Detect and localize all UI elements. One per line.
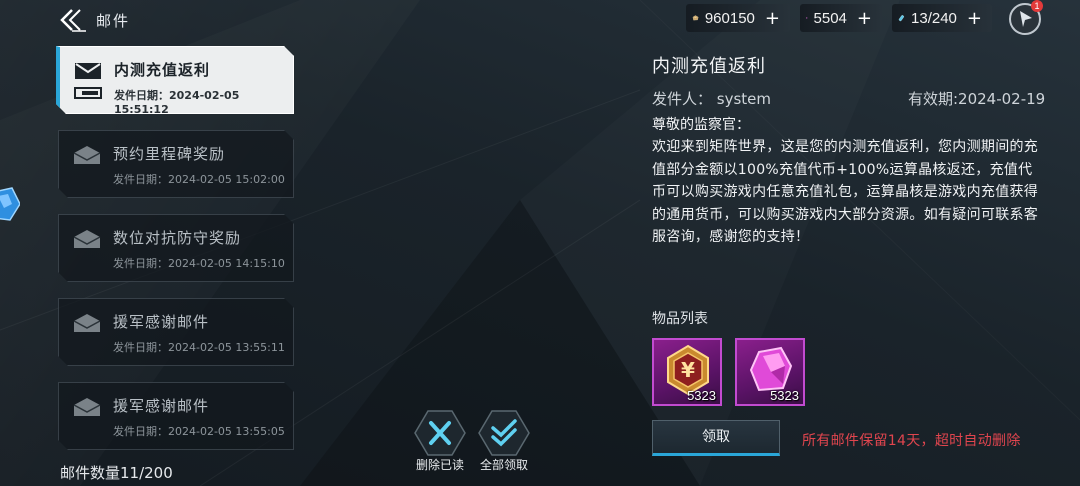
- item-list-label: 物品列表: [652, 311, 708, 327]
- reward-item-slot[interactable]: 5323: [735, 338, 805, 406]
- reward-item-quantity: 5323: [770, 388, 799, 403]
- claim-button[interactable]: 领取: [652, 420, 780, 456]
- claim-all-button[interactable]: [478, 410, 530, 462]
- header: 邮件: [58, 6, 130, 34]
- mail-date: 发件日期：2024-02-05 14:15:10: [113, 257, 285, 270]
- mail-count: 邮件数量11/200: [60, 464, 173, 482]
- mail-sender: 发件人： system: [652, 90, 771, 108]
- mail-item[interactable]: 援军感谢邮件 发件日期：2024-02-05 13:55:05: [58, 382, 294, 450]
- add-stamina-button[interactable]: +: [967, 8, 982, 29]
- mail-detail-title: 内测充值返利: [652, 56, 766, 77]
- mail-date: 发件日期：2024-02-05 15:02:00: [113, 173, 285, 186]
- mail-title: 预约里程碑奖励: [113, 145, 226, 163]
- gold-ingot-icon: [692, 15, 699, 21]
- delete-x-icon: [414, 410, 466, 456]
- add-gem-button[interactable]: +: [857, 8, 872, 29]
- mail-opened-icon: [73, 312, 101, 334]
- mail-opened-icon: [73, 144, 101, 166]
- mail-envelope-icon: [74, 60, 102, 82]
- pink-crystal-icon: [806, 17, 808, 19]
- double-check-icon: [478, 410, 530, 456]
- gem-amount: 5504: [813, 9, 847, 27]
- mail-title: 数位对抗防守奖励: [113, 229, 242, 247]
- page-title: 邮件: [96, 11, 131, 30]
- mail-date: 发件日期：2024-02-05 13:55:05: [113, 425, 285, 438]
- gold-resource: 960150 +: [686, 4, 790, 32]
- stamina-amount: 13/240: [911, 9, 957, 27]
- resource-bar: 960150 + 5504 + 13/240 +: [686, 4, 992, 32]
- sender-tag-icon: [74, 87, 102, 99]
- reward-item-slot[interactable]: ¥ 5323: [652, 338, 722, 406]
- mail-item[interactable]: 预约里程碑奖励 发件日期：2024-02-05 15:02:00: [58, 130, 294, 198]
- mail-opened-icon: [73, 228, 101, 250]
- mail-title: 援军感谢邮件: [113, 397, 210, 415]
- mail-expiry: 有效期:2024-02-19: [908, 90, 1046, 108]
- mail-body: 欢迎来到矩阵世界，这是您的内测充值返利，您内测期间的充值部分金额以100%充值代…: [652, 139, 1039, 245]
- delete-read-label: 删除已读: [415, 458, 464, 472]
- gem-resource: 5504 +: [800, 4, 882, 32]
- mail-title: 援军感谢邮件: [113, 313, 210, 331]
- mail-greeting: 尊敬的监察官：: [652, 117, 750, 133]
- claim-all-label: 全部领取: [479, 458, 528, 472]
- mail-item[interactable]: 数位对抗防守奖励 发件日期：2024-02-05 14:15:10: [58, 214, 294, 282]
- mail-item-selected[interactable]: 内测充值返利 发件日期：2024-02-05 15:51:12: [56, 46, 294, 114]
- mail-date: 发件日期：2024-02-05 15:51:12: [114, 89, 240, 116]
- side-crystal-icon[interactable]: [0, 186, 20, 224]
- mail-opened-icon: [73, 396, 101, 418]
- mail-title: 内测充值返利: [114, 61, 211, 79]
- stamina-vial-icon: [898, 15, 904, 22]
- mail-item[interactable]: 援军感谢邮件 发件日期：2024-02-05 13:55:11: [58, 298, 294, 366]
- svg-text:¥: ¥: [681, 358, 695, 382]
- stamina-resource: 13/240 +: [892, 4, 992, 32]
- gold-amount: 960150: [704, 9, 755, 27]
- notification-badge: 1: [1031, 0, 1043, 12]
- back-arrow-icon[interactable]: [58, 7, 86, 33]
- delete-read-button[interactable]: [414, 410, 466, 462]
- add-gold-button[interactable]: +: [765, 8, 780, 29]
- reward-item-quantity: 5323: [687, 388, 716, 403]
- retention-notice: 所有邮件保留14天，超时自动删除: [802, 433, 1021, 449]
- mail-date: 发件日期：2024-02-05 13:55:11: [113, 341, 285, 354]
